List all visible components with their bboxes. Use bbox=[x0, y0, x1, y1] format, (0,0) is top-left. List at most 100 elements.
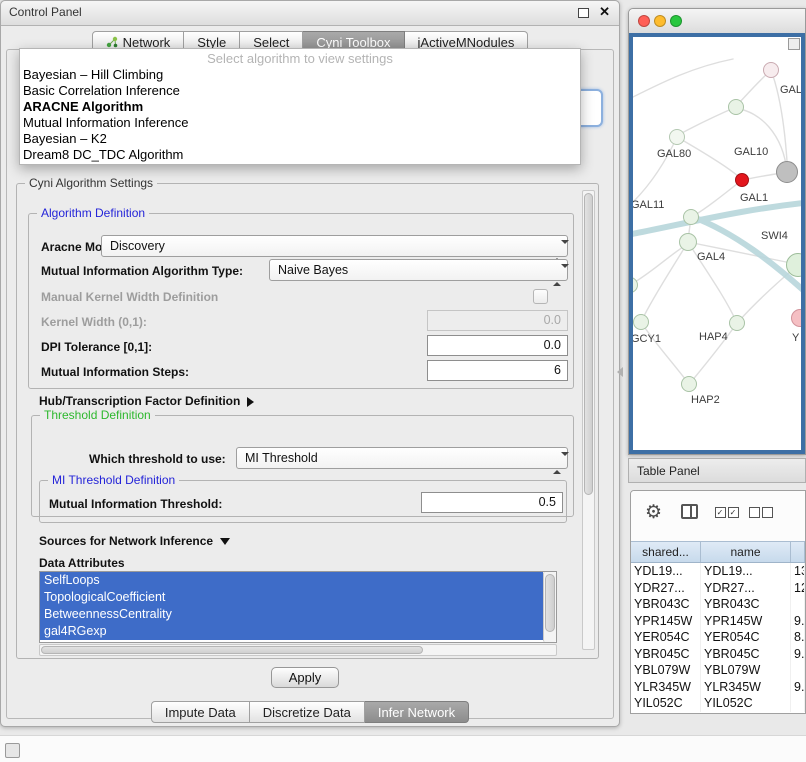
algorithm-option-bayesian-hill-climbing[interactable]: Bayesian – Hill Climbing bbox=[20, 67, 580, 83]
network-node[interactable] bbox=[763, 62, 779, 78]
sources-section-label: Sources for Network Inference bbox=[39, 534, 213, 548]
panel-splitter-handle[interactable] bbox=[617, 367, 623, 377]
canvas-corner-button[interactable] bbox=[788, 38, 800, 50]
algorithm-option-mutual-information-inference[interactable]: Mutual Information Inference bbox=[20, 115, 580, 131]
aracne-mode-select[interactable]: Discovery bbox=[101, 235, 568, 257]
algorithm-option-bayesian-k2[interactable]: Bayesian – K2 bbox=[20, 131, 580, 147]
table-cell: YDL19... bbox=[631, 563, 701, 580]
data-attributes-list[interactable]: SelfLoopsTopologicalCoefficientBetweenne… bbox=[39, 571, 557, 643]
attribute-item-selfloops[interactable]: SelfLoops bbox=[40, 572, 543, 589]
threshold-definition-title: Threshold Definition bbox=[40, 408, 155, 422]
table-row[interactable]: YPR145WYPR145W9. bbox=[631, 613, 805, 630]
float-window-icon[interactable] bbox=[578, 8, 589, 18]
network-node[interactable] bbox=[786, 253, 805, 277]
sources-section-toggle[interactable]: Sources for Network Inference bbox=[39, 534, 230, 548]
table-toolbar: ⚙ ✓✓ bbox=[631, 491, 805, 541]
network-node[interactable] bbox=[669, 129, 685, 145]
algorithm-option-list: Bayesian – Hill ClimbingBasic Correlatio… bbox=[20, 67, 580, 163]
close-traffic-light-icon[interactable] bbox=[638, 15, 650, 27]
mi-type-label: Mutual Information Algorithm Type: bbox=[41, 264, 243, 278]
dpi-tolerance-field[interactable]: 0.0 bbox=[427, 335, 568, 356]
mi-threshold-label: Mutual Information Threshold: bbox=[49, 497, 222, 511]
mi-threshold-field[interactable]: 0.5 bbox=[421, 492, 563, 513]
mi-steps-field[interactable]: 6 bbox=[427, 360, 568, 381]
hub-section-toggle[interactable]: Hub/Transcription Factor Definition bbox=[39, 394, 254, 408]
table-row[interactable]: YBR043CYBR043C bbox=[631, 596, 805, 613]
scrollbar-thumb[interactable] bbox=[41, 646, 423, 654]
which-threshold-select[interactable]: MI Threshold bbox=[236, 447, 568, 469]
network-node[interactable] bbox=[633, 314, 649, 330]
network-node[interactable] bbox=[679, 233, 697, 251]
network-node[interactable] bbox=[683, 209, 699, 225]
network-node[interactable] bbox=[776, 161, 798, 183]
tab-label: Impute Data bbox=[165, 705, 236, 720]
zoom-traffic-light-icon[interactable] bbox=[670, 15, 682, 27]
table-cell: YER054C bbox=[701, 629, 791, 646]
node-label-swi4: SWI4 bbox=[761, 230, 788, 242]
scrollbar-thumb[interactable] bbox=[584, 193, 593, 495]
algorithm-option-aracne-algorithm[interactable]: ARACNE Algorithm bbox=[20, 99, 580, 115]
network-view-window: GAL8GAL80GAL10GAL11GAL1SWI4GAL4GCY1HAP4Y… bbox=[628, 8, 806, 455]
network-node[interactable] bbox=[735, 173, 749, 187]
network-node[interactable] bbox=[681, 376, 697, 392]
network-window-titlebar[interactable] bbox=[629, 9, 805, 34]
network-node[interactable] bbox=[729, 315, 745, 331]
table-cell: YDL19... bbox=[701, 563, 791, 580]
scrollbar-thumb[interactable] bbox=[545, 574, 555, 632]
network-node[interactable] bbox=[728, 99, 744, 115]
unselect-all-columns-icon[interactable] bbox=[749, 507, 775, 521]
column-header-name[interactable]: name bbox=[701, 542, 791, 562]
network-node[interactable] bbox=[629, 277, 638, 293]
select-all-columns-icon[interactable]: ✓✓ bbox=[715, 507, 741, 518]
mi-type-value: Naive Bayes bbox=[278, 263, 348, 277]
table-row[interactable]: YER054CYER054C8. bbox=[631, 629, 805, 646]
node-label-gal4: GAL4 bbox=[697, 251, 725, 263]
sources-collapse-icon[interactable] bbox=[220, 538, 230, 545]
algorithm-option-basic-correlation-inference[interactable]: Basic Correlation Inference bbox=[20, 83, 580, 99]
bottom-tab-impute-data[interactable]: Impute Data bbox=[151, 701, 250, 723]
apply-button[interactable]: Apply bbox=[271, 667, 339, 688]
attribute-item-gal4rgexp[interactable]: gal4RGexp bbox=[40, 623, 543, 640]
settings-horizontal-scrollbar[interactable] bbox=[39, 644, 557, 656]
network-canvas[interactable]: GAL8GAL80GAL10GAL11GAL1SWI4GAL4GCY1HAP4Y… bbox=[629, 33, 805, 454]
bottom-tab-infer-network[interactable]: Infer Network bbox=[365, 701, 469, 723]
bottom-tab-discretize-data[interactable]: Discretize Data bbox=[250, 701, 365, 723]
table-cell: YIL052C bbox=[701, 695, 791, 712]
kernel-width-field[interactable]: 0.0 bbox=[427, 310, 568, 331]
table-cell: YDR27... bbox=[631, 580, 701, 597]
which-threshold-label: Which threshold to use: bbox=[89, 452, 226, 466]
table-cell: YPR145W bbox=[701, 613, 791, 630]
node-label-gcy1: GCY1 bbox=[631, 333, 661, 345]
attribute-list-scrollbar[interactable] bbox=[543, 572, 556, 642]
column-header-shared[interactable]: shared... bbox=[631, 542, 701, 562]
table-row[interactable]: YLR345WYLR345W9. bbox=[631, 679, 805, 696]
mi-type-select[interactable]: Naive Bayes bbox=[269, 259, 568, 281]
close-icon[interactable]: ✕ bbox=[599, 4, 610, 20]
table-row[interactable]: YDR27...YDR27...12 bbox=[631, 580, 805, 597]
node-label-gal8: GAL8 bbox=[780, 84, 805, 96]
algorithm-option-dream8-dc-tdc-algorithm[interactable]: Dream8 DC_TDC Algorithm bbox=[20, 147, 580, 163]
table-panel-window: ⚙ ✓✓ shared...name YDL19...YDL19...13YDR… bbox=[630, 490, 806, 714]
table-cell bbox=[791, 662, 805, 679]
table-row[interactable]: YIL052CYIL052C bbox=[631, 695, 805, 712]
column-header-2[interactable] bbox=[791, 542, 805, 562]
control-panel-window: Control Panel ✕ NetworkStyleSelectCyni T… bbox=[0, 0, 620, 727]
attribute-item-topologicalcoefficient[interactable]: TopologicalCoefficient bbox=[40, 589, 543, 606]
table-row[interactable]: YBR045CYBR045C9. bbox=[631, 646, 805, 663]
hub-section-label: Hub/Transcription Factor Definition bbox=[39, 394, 240, 408]
manual-kernel-checkbox[interactable] bbox=[533, 289, 548, 304]
network-tab-icon bbox=[106, 36, 118, 48]
table-row[interactable]: YBL079WYBL079W bbox=[631, 662, 805, 679]
minimize-traffic-light-icon[interactable] bbox=[654, 15, 666, 27]
control-panel-titlebar[interactable]: Control Panel ✕ bbox=[1, 1, 619, 26]
hub-expand-icon[interactable] bbox=[247, 397, 254, 407]
table-panel-header[interactable]: Table Panel bbox=[628, 458, 806, 483]
network-node[interactable] bbox=[791, 309, 805, 327]
collapsed-panel-icon[interactable] bbox=[5, 743, 20, 758]
columns-icon[interactable] bbox=[681, 504, 698, 519]
attribute-item-betweennesscentrality[interactable]: BetweennessCentrality bbox=[40, 606, 543, 623]
dropdown-arrows-icon bbox=[553, 265, 561, 285]
gear-icon[interactable]: ⚙ bbox=[645, 501, 662, 524]
settings-vertical-scrollbar[interactable] bbox=[582, 190, 595, 650]
table-row[interactable]: YDL19...YDL19...13 bbox=[631, 563, 805, 580]
